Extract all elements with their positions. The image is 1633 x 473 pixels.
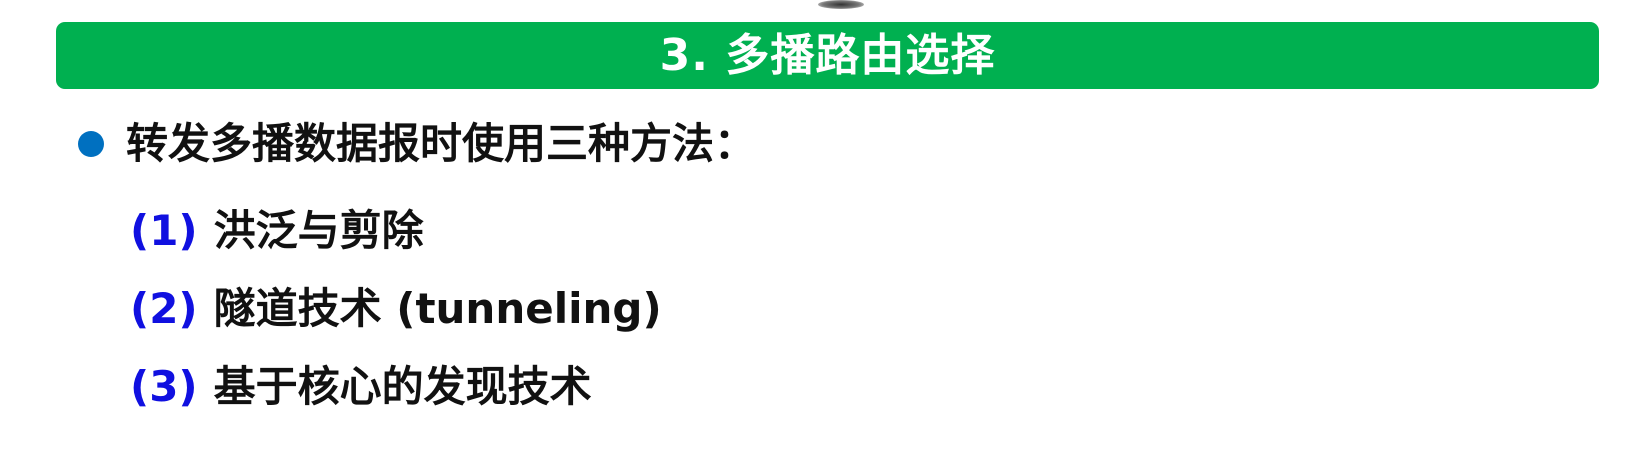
bullet-point: 转发多播数据报时使用三种方法：	[78, 115, 756, 173]
item-text: 基于核心的发现技术	[213, 362, 592, 411]
top-decoration-mark	[818, 0, 864, 9]
item-text: 洪泛与剪除	[213, 206, 424, 255]
page-title: 3. 多播路由选择	[659, 29, 996, 81]
list-item: (3) 基于核心的发现技术	[130, 348, 662, 426]
bullet-text: 转发多播数据报时使用三种方法：	[126, 119, 757, 168]
list-item: (2) 隧道技术 (tunneling)	[130, 270, 662, 348]
method-list: (1) 洪泛与剪除 (2) 隧道技术 (tunneling) (3) 基于核心的…	[130, 192, 662, 426]
item-number: (1)	[130, 206, 198, 255]
item-number: (2)	[130, 284, 198, 333]
item-number: (3)	[130, 362, 198, 411]
item-text: 隧道技术 (tunneling)	[213, 284, 662, 333]
list-item: (1) 洪泛与剪除	[130, 192, 662, 270]
bullet-dot-icon	[78, 131, 104, 157]
title-banner: 3. 多播路由选择	[56, 22, 1599, 89]
